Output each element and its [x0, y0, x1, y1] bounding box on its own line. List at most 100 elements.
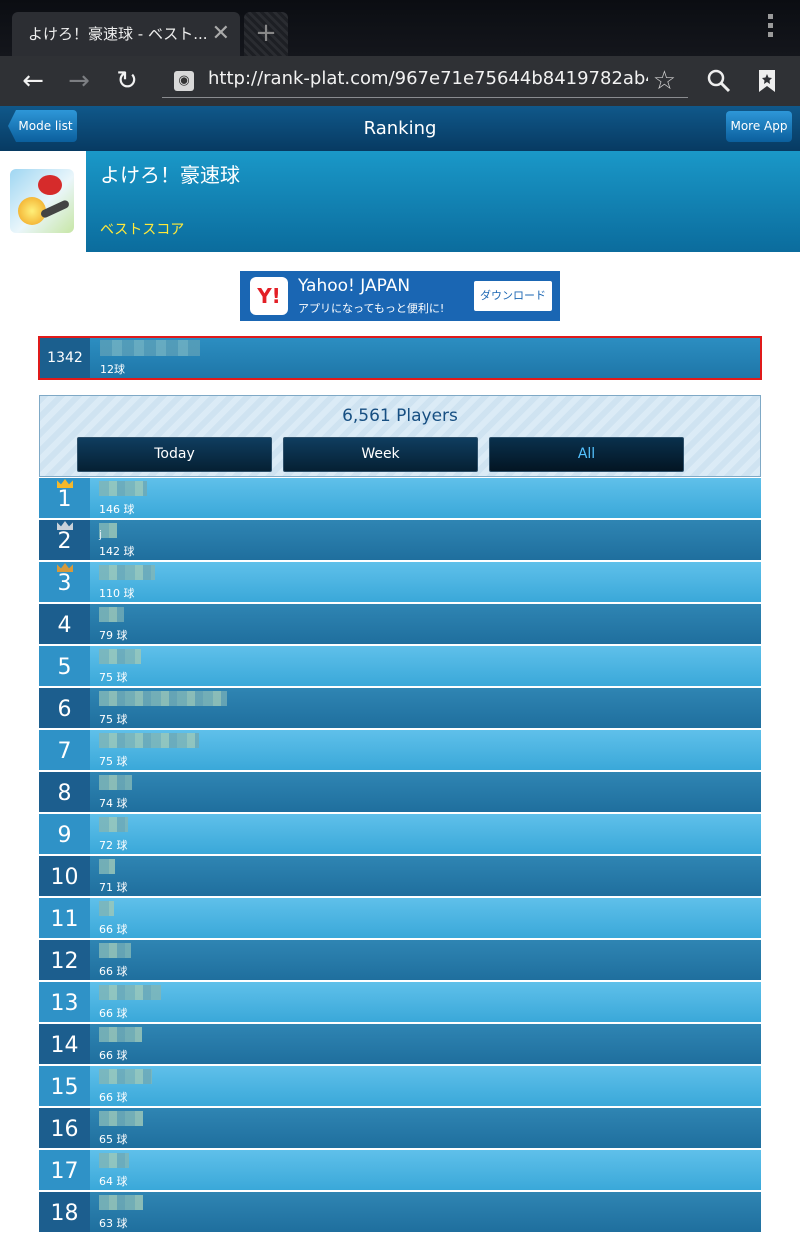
rank-number: 17	[39, 1150, 90, 1190]
ad-subtitle: アプリになってもっと便利に!	[298, 302, 445, 315]
player-score: 72 球	[99, 839, 128, 852]
rank-number: 5	[39, 646, 90, 686]
rank-number: 10	[39, 856, 90, 896]
player-name-blurred	[99, 1027, 142, 1042]
ranking-row[interactable]: 15 66 球	[39, 1066, 761, 1106]
back-icon[interactable]: ←	[16, 64, 50, 98]
ranking-row[interactable]: 18 63 球	[39, 1192, 761, 1232]
player-score: 142 球	[99, 545, 135, 558]
player-score: 110 球	[99, 587, 135, 600]
player-score: 75 球	[99, 755, 128, 768]
search-icon[interactable]	[702, 64, 736, 98]
player-name-blurred	[99, 1069, 152, 1084]
ranking-row[interactable]: 16 65 球	[39, 1108, 761, 1148]
close-tab-icon[interactable]: ✕	[212, 12, 230, 56]
ranking-row[interactable]: 1 146 球	[39, 478, 761, 518]
rank-number: 15	[39, 1066, 90, 1106]
star-icon[interactable]: ☆	[653, 64, 676, 98]
ad-download-button[interactable]: ダウンロード	[474, 281, 552, 311]
game-header: よけろ！豪速球 ベストスコア	[0, 151, 800, 252]
more-app-button[interactable]: More App	[726, 111, 792, 142]
app-header: Ranking Mode list More App	[0, 106, 800, 151]
mode-list-button[interactable]: Mode list	[8, 110, 77, 142]
tab-all[interactable]: All	[489, 437, 684, 472]
ranking-row[interactable]: 2 j 142 球	[39, 520, 761, 560]
player-score: 66 球	[99, 965, 128, 978]
my-rank-row: 1342 12球	[38, 336, 762, 380]
game-subtitle: ベストスコア	[100, 222, 185, 238]
ranking-row[interactable]: 5 75 球	[39, 646, 761, 686]
ranking-row[interactable]: 12 66 球	[39, 940, 761, 980]
rank-number: 18	[39, 1192, 90, 1232]
page-title: Ranking	[363, 118, 437, 139]
player-name-blurred	[99, 607, 124, 622]
player-name-blurred	[99, 817, 128, 832]
game-icon-frame	[0, 151, 86, 252]
player-name-blurred	[99, 481, 147, 496]
ranking-row[interactable]: 3 110 球	[39, 562, 761, 602]
player-score: 66 球	[99, 923, 128, 936]
ranking-row[interactable]: 11 66 球	[39, 898, 761, 938]
player-score: 146 球	[99, 503, 135, 516]
menu-icon[interactable]	[768, 14, 774, 41]
ranking-row[interactable]: 13 66 球	[39, 982, 761, 1022]
yahoo-ad-banner[interactable]: Y! Yahoo! JAPAN アプリになってもっと便利に! ダウンロード	[240, 271, 560, 321]
my-rank-score: 12球	[100, 363, 125, 376]
rank-number: 7	[39, 730, 90, 770]
ranking-row[interactable]: 7 75 球	[39, 730, 761, 770]
player-name-blurred: j	[99, 523, 117, 541]
player-name-blurred	[99, 1111, 143, 1126]
player-score: 66 球	[99, 1007, 128, 1020]
player-name-blurred	[99, 859, 115, 874]
ranking-row[interactable]: 4 79 球	[39, 604, 761, 644]
rank-number: 8	[39, 772, 90, 812]
player-score: 66 球	[99, 1091, 128, 1104]
new-tab-button[interactable]: +	[244, 12, 288, 56]
address-bar[interactable]: ◉ http://rank-plat.com/967e71e75644b8419…	[162, 64, 688, 98]
rank-number: 11	[39, 898, 90, 938]
player-name-blurred	[99, 775, 132, 790]
tab-today[interactable]: Today	[77, 437, 272, 472]
game-icon	[10, 169, 74, 233]
bookmarks-icon[interactable]	[750, 64, 784, 98]
player-score: 74 球	[99, 797, 128, 810]
my-rank-number: 1342	[40, 338, 90, 378]
player-name-blurred	[99, 733, 199, 748]
my-name-blurred	[100, 340, 200, 356]
player-score: 75 球	[99, 671, 128, 684]
game-title: よけろ！豪速球	[100, 163, 240, 187]
player-name-blurred	[99, 943, 131, 958]
player-score: 64 球	[99, 1175, 128, 1188]
player-name-blurred	[99, 1153, 129, 1168]
tab-title: よけろ！豪速球 - ベスト...	[28, 25, 208, 43]
rank-number: 9	[39, 814, 90, 854]
browser-tab[interactable]: よけろ！豪速球 - ベスト... ✕	[12, 12, 240, 56]
players-count: 6,561 Players	[342, 406, 458, 426]
rank-number: 16	[39, 1108, 90, 1148]
ranking-row[interactable]: 10 71 球	[39, 856, 761, 896]
player-name-blurred	[99, 901, 114, 916]
player-score: 71 球	[99, 881, 128, 894]
rank-number: 12	[39, 940, 90, 980]
ranking-filter: 6,561 Players Today Week All	[39, 395, 761, 477]
player-score: 75 球	[99, 713, 128, 726]
reload-icon[interactable]: ↻	[110, 64, 144, 98]
browser-tab-strip: よけろ！豪速球 - ベスト... ✕ +	[0, 0, 800, 56]
player-name-blurred	[99, 985, 161, 1000]
rank-number: 6	[39, 688, 90, 728]
ranking-row[interactable]: 8 74 球	[39, 772, 761, 812]
player-score: 79 球	[99, 629, 128, 642]
player-name-blurred	[99, 691, 227, 706]
ranking-row[interactable]: 17 64 球	[39, 1150, 761, 1190]
forward-icon[interactable]: →	[62, 64, 96, 98]
ranking-row[interactable]: 14 66 球	[39, 1024, 761, 1064]
globe-icon: ◉	[174, 71, 194, 91]
player-name-blurred	[99, 1195, 143, 1210]
ranking-row[interactable]: 6 75 球	[39, 688, 761, 728]
url-text[interactable]: http://rank-plat.com/967e71e75644b841978…	[208, 68, 648, 89]
player-name-blurred	[99, 649, 141, 664]
ranking-row[interactable]: 9 72 球	[39, 814, 761, 854]
player-score: 65 球	[99, 1133, 128, 1146]
tab-week[interactable]: Week	[283, 437, 478, 472]
browser-toolbar: ← → ↻ ◉ http://rank-plat.com/967e71e7564…	[0, 56, 800, 106]
